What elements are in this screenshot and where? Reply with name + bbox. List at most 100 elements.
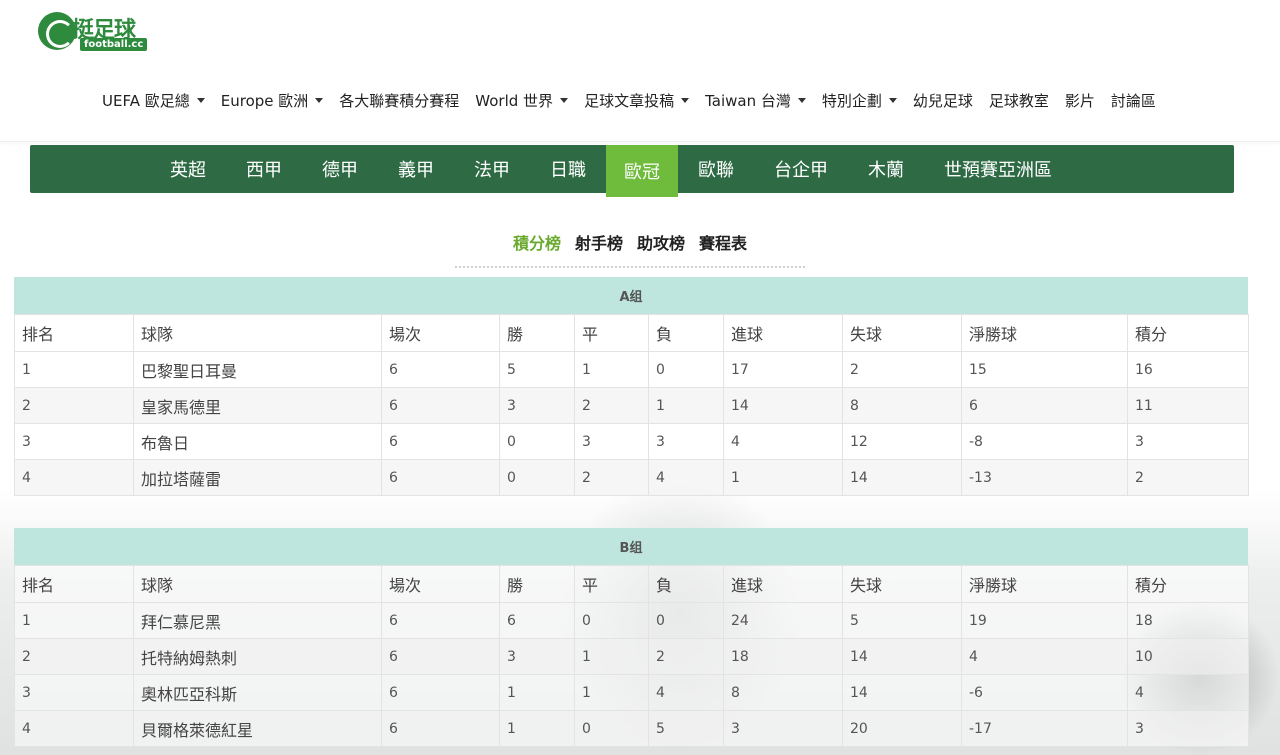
column-header: 場次 xyxy=(381,314,500,352)
league-tab[interactable]: 日職 xyxy=(530,145,606,193)
table-row: 1 巴黎聖日耳曼 6 5 1 0 17 2 15 16 xyxy=(14,351,1249,388)
nav-item[interactable]: 足球文章投稿 xyxy=(584,90,690,111)
team-name-cell[interactable]: 貝爾格萊德紅星 xyxy=(133,710,382,747)
table-row: 4 加拉塔薩雷 6 0 2 4 1 14 -13 2 xyxy=(14,459,1249,496)
league-tab[interactable]: 義甲 xyxy=(378,145,454,193)
nav-item-label: World 世界 xyxy=(475,91,554,110)
stats-subtab[interactable]: 射手榜 xyxy=(575,232,623,266)
league-tab[interactable]: 歐冠 xyxy=(606,145,678,197)
column-header: 積分 xyxy=(1127,314,1249,352)
stats-subtab[interactable]: 賽程表 xyxy=(699,232,747,266)
nav-item[interactable]: 各大聯賽積分賽程 xyxy=(339,90,459,111)
column-header: 球隊 xyxy=(133,314,382,352)
stat-cell: 8 xyxy=(723,674,843,711)
stat-cell: 2 xyxy=(574,387,649,424)
league-tab[interactable]: 英超 xyxy=(150,145,226,193)
stat-cell: 3 xyxy=(648,423,724,460)
table-header-row: 排名 球隊 場次勝平負進球 失球 淨勝球 積分 xyxy=(14,314,1249,352)
table-row: 2 托特納姆熱刺 6 3 1 2 18 14 4 10 xyxy=(14,638,1249,675)
stat-cell: 4 xyxy=(648,459,724,496)
league-tab[interactable]: 世預賽亞洲區 xyxy=(924,145,1072,193)
stat-cell: 6 xyxy=(381,602,500,639)
stat-cell: 3 xyxy=(1127,710,1249,747)
stat-cell: 14 xyxy=(723,387,843,424)
stat-cell: 4 xyxy=(961,638,1128,675)
nav-item-label: 足球文章投稿 xyxy=(584,91,675,110)
league-tab[interactable]: 木蘭 xyxy=(848,145,924,193)
stat-cell: 0 xyxy=(574,602,649,639)
column-header: 排名 xyxy=(14,565,134,603)
nav-item-label: UEFA 歐足總 xyxy=(102,91,190,110)
stat-cell: 1 xyxy=(574,351,649,388)
caret-down-icon xyxy=(797,97,806,103)
stat-cell: 1 xyxy=(499,710,575,747)
stat-cell: 6 xyxy=(381,387,500,424)
nav-item[interactable]: UEFA 歐足總 xyxy=(102,90,205,111)
standings-table: 排名 球隊 場次勝平負進球 失球 淨勝球 積分 1 拜仁慕尼黑 6 6 0 0 24 5 19 18 2 托特納… xyxy=(14,565,1249,747)
stat-cell: 0 xyxy=(499,423,575,460)
league-tab[interactable]: 法甲 xyxy=(454,145,530,193)
stat-cell: 20 xyxy=(842,710,962,747)
nav-item[interactable]: 幼兒足球 xyxy=(913,90,973,111)
league-tab[interactable]: 歐聯 xyxy=(678,145,754,193)
stat-cell: 1 xyxy=(14,602,134,639)
team-name-cell[interactable]: 奧林匹亞科斯 xyxy=(133,674,382,711)
stats-subtab[interactable]: 助攻榜 xyxy=(637,232,685,266)
league-tab[interactable]: 西甲 xyxy=(226,145,302,193)
nav-item[interactable]: 足球教室 xyxy=(989,90,1049,111)
stat-cell: 16 xyxy=(1127,351,1249,388)
stat-cell: 0 xyxy=(648,602,724,639)
stat-cell: 14 xyxy=(842,674,962,711)
nav-item[interactable]: Europe 歐洲 xyxy=(221,90,324,111)
stat-cell: -17 xyxy=(961,710,1128,747)
stat-cell: 2 xyxy=(14,638,134,675)
stats-subtab[interactable]: 積分榜 xyxy=(513,232,561,266)
stat-cell: 1 xyxy=(648,387,724,424)
team-name-cell[interactable]: 巴黎聖日耳曼 xyxy=(133,351,382,388)
team-name-cell[interactable]: 托特納姆熱刺 xyxy=(133,638,382,675)
table-header-row: 排名 球隊 場次勝平負進球 失球 淨勝球 積分 xyxy=(14,565,1249,603)
stat-cell: -13 xyxy=(961,459,1128,496)
column-header: 淨勝球 xyxy=(961,565,1128,603)
league-tab[interactable]: 德甲 xyxy=(302,145,378,193)
table-row: 2 皇家馬德里 6 3 2 1 14 8 6 11 xyxy=(14,387,1249,424)
column-header: 球隊 xyxy=(133,565,382,603)
nav-item-label: 各大聯賽積分賽程 xyxy=(339,91,460,110)
stat-cell: 6 xyxy=(381,638,500,675)
stat-cell: 2 xyxy=(1127,459,1249,496)
nav-item-label: Europe 歐洲 xyxy=(220,91,309,110)
column-header: 淨勝球 xyxy=(961,314,1128,352)
nav-item[interactable]: 討論區 xyxy=(1111,90,1156,111)
stat-cell: 2 xyxy=(14,387,134,424)
league-tab[interactable]: 台企甲 xyxy=(754,145,848,193)
team-name-cell[interactable]: 布魯日 xyxy=(133,423,382,460)
stat-cell: 8 xyxy=(842,387,962,424)
main-nav: UEFA 歐足總 Europe 歐洲 各大聯賽積分賽程 World 世界 足球文章投稿 T… xyxy=(102,88,1172,112)
team-name-cell[interactable]: 加拉塔薩雷 xyxy=(133,459,382,496)
column-header: 排名 xyxy=(14,314,134,352)
stat-cell: 6 xyxy=(381,710,500,747)
nav-item[interactable]: 影片 xyxy=(1065,90,1095,111)
nav-item[interactable]: Taiwan 台灣 xyxy=(705,90,806,111)
team-name-cell[interactable]: 皇家馬德里 xyxy=(133,387,382,424)
site-logo[interactable]: 挺足球 football.cc xyxy=(38,12,148,52)
column-header: 進球 xyxy=(723,314,843,352)
stat-cell: 3 xyxy=(723,710,843,747)
caret-down-icon xyxy=(196,97,205,103)
stat-cell: 4 xyxy=(648,674,724,711)
stat-cell: 18 xyxy=(723,638,843,675)
group-title: B组 xyxy=(14,528,1248,565)
stat-cell: 2 xyxy=(648,638,724,675)
stat-cell: -6 xyxy=(961,674,1128,711)
stat-cell: 11 xyxy=(1127,387,1249,424)
nav-item[interactable]: World 世界 xyxy=(475,90,569,111)
site-header: 挺足球 football.cc UEFA 歐足總 Europe 歐洲 各大聯賽積分賽… xyxy=(0,0,1280,142)
column-header: 進球 xyxy=(723,565,843,603)
nav-item[interactable]: 特別企劃 xyxy=(822,90,897,111)
stat-cell: 14 xyxy=(842,459,962,496)
stat-cell: 1 xyxy=(574,674,649,711)
column-header: 積分 xyxy=(1127,565,1249,603)
stat-cell: 4 xyxy=(14,459,134,496)
caret-down-icon xyxy=(681,97,690,103)
team-name-cell[interactable]: 拜仁慕尼黑 xyxy=(133,602,382,639)
